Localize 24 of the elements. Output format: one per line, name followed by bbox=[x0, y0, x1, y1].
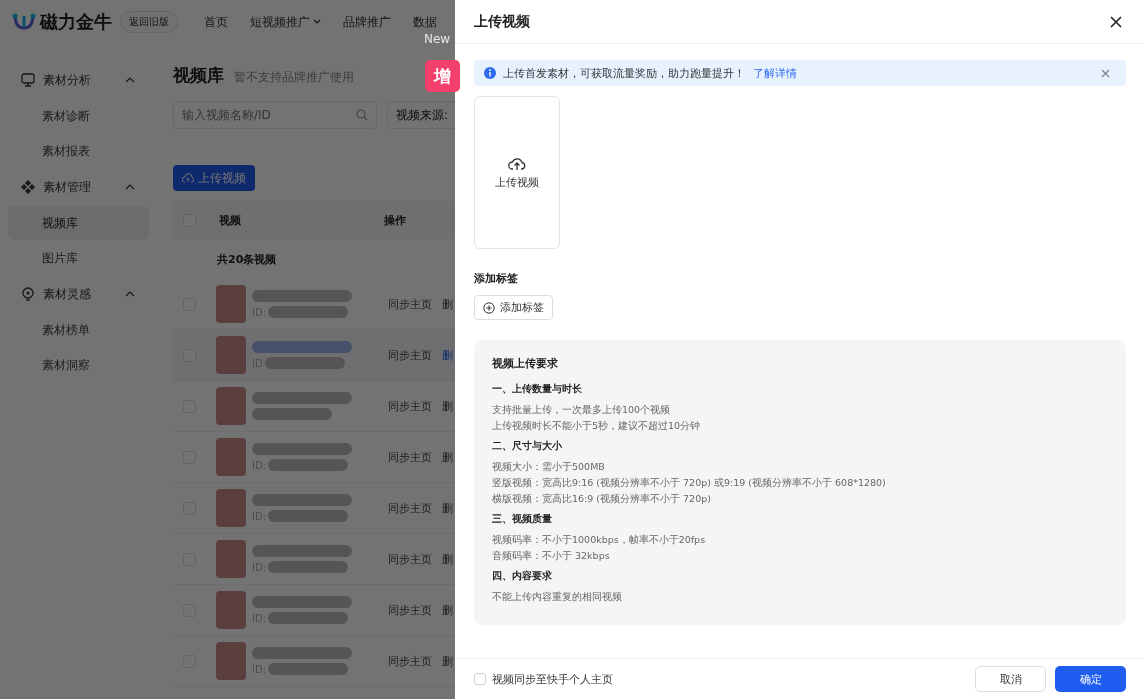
total-count: 共20条视频 bbox=[217, 251, 277, 267]
feature-tag: 增 bbox=[425, 60, 460, 92]
logo-text: 磁力金牛 bbox=[40, 10, 112, 34]
checkbox-label: 视频同步至快手个人主页 bbox=[492, 671, 613, 687]
page-title: 视频库 bbox=[173, 64, 224, 87]
column-header: 操作 bbox=[384, 212, 406, 228]
requirement-text: 横版视频：宽高比16:9 (视频分辨率不小于 720p) bbox=[492, 492, 712, 506]
requirement-text: 上传视频时长不能小于5秒，建议不超过10分钟 bbox=[492, 419, 702, 433]
requirements-heading: 一、上传数量与时长 bbox=[492, 383, 583, 396]
requirements-heading: 三、视频质量 bbox=[492, 513, 553, 526]
requirements-heading: 四、内容要求 bbox=[492, 570, 553, 583]
section-label: 添加标签 bbox=[474, 271, 519, 286]
requirements-heading: 二、尺寸与大小 bbox=[492, 440, 563, 453]
requirement-text: 竖版视频：宽高比9:16 (视频分辨率不小于 720p) 或9:19 (视频分辨率不小于 608*1280) bbox=[492, 476, 887, 490]
requirement-text: 视频码率：不小于1000kbps，帧率不小于20fps bbox=[492, 533, 707, 547]
requirement-text: 视频大小：需小于500MB bbox=[492, 460, 606, 474]
drawer-title: 上传视频 bbox=[474, 12, 530, 31]
requirements-title: 视频上传要求 bbox=[492, 356, 559, 371]
requirement-text: 音频码率：不小于 32kbps bbox=[492, 549, 611, 563]
requirement-text: 不能上传内容重复的相同视频 bbox=[492, 590, 623, 604]
new-label: New bbox=[424, 32, 451, 46]
column-header: 视频 bbox=[219, 212, 242, 228]
alert-text: 上传首发素材，可获取流量奖励，助力跑量提升！ bbox=[503, 65, 745, 81]
requirement-text: 支持批量上传，一次最多上传100个视频 bbox=[492, 403, 672, 417]
